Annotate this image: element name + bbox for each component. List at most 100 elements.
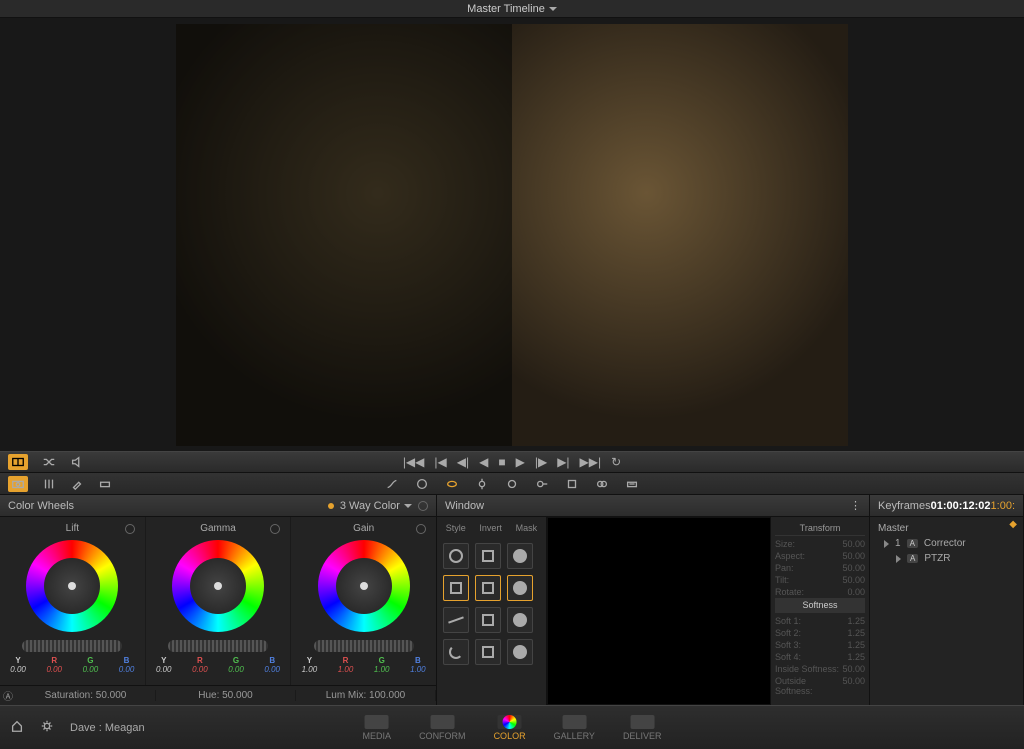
property-row[interactable]: Tilt:50.00 [775,574,865,586]
keyframes-timecode[interactable]: 01:00:12:02 [931,500,991,512]
camera-raw-button[interactable] [8,476,28,492]
sizing-icon[interactable] [565,477,579,491]
loop-button[interactable]: ↻ [611,455,621,469]
property-row[interactable]: Inside Softness:50.00 [775,663,865,675]
window-circle-mask[interactable] [507,543,533,569]
softness-heading: Softness [775,598,865,613]
window-palette-icon[interactable] [445,477,459,491]
wheel-handle[interactable] [214,582,222,590]
window-preview[interactable] [547,517,771,705]
step-back-button[interactable]: ◀| [457,455,469,469]
window-rect-button[interactable] [443,575,469,601]
property-row[interactable]: Soft 4:1.25 [775,651,865,663]
playhead-marker-icon[interactable]: ◆ [1009,519,1017,530]
window-options-icon[interactable]: ⋮ [850,499,861,512]
wheel-mode-dropdown[interactable]: 3 Way Color [340,500,412,512]
keyframe-track[interactable]: APTZR [878,551,1015,566]
window-line-invert[interactable] [475,607,501,633]
property-row[interactable]: Pan:50.00 [775,562,865,574]
key-icon[interactable] [535,477,549,491]
saturation-field[interactable]: Saturation: 50.000 [16,690,156,701]
g-value[interactable]: 1.00 [374,665,390,674]
page-tab-media[interactable]: MEDIA [363,715,392,741]
home-icon[interactable] [10,719,24,736]
blur-icon[interactable] [505,477,519,491]
auto-balance-button[interactable]: Ⓐ [0,688,16,703]
color-wheels-panel: Color Wheels 3 Way Color Lift Y0.00 R0.0… [0,495,437,705]
property-row[interactable]: Soft 3:1.25 [775,639,865,651]
color-picker-icon[interactable] [70,477,84,491]
curves-icon[interactable] [385,477,399,491]
color-wheel-gain[interactable] [318,540,410,632]
next-clip-button[interactable]: ▶| [557,455,569,469]
window-rect-mask[interactable] [507,575,533,601]
r-value[interactable]: 1.00 [338,665,354,674]
reset-all-button[interactable] [418,501,428,511]
property-row[interactable]: Aspect:50.00 [775,550,865,562]
qualifier-icon[interactable] [415,477,429,491]
window-line-mask[interactable] [507,607,533,633]
y-value[interactable]: 1.00 [302,665,318,674]
page-tab-deliver[interactable]: DELIVER [623,715,662,741]
y-value[interactable]: 0.00 [10,665,26,674]
window-curve-invert[interactable] [475,639,501,665]
wheel-handle[interactable] [360,582,368,590]
video-frame[interactable] [176,24,848,446]
g-value[interactable]: 0.00 [228,665,244,674]
prev-clip-button[interactable]: |◀ [434,455,446,469]
reset-wheel-button[interactable] [416,524,426,534]
play-button[interactable]: ▶ [516,455,525,469]
g-value[interactable]: 0.00 [83,665,99,674]
page-tab-color[interactable]: COLOR [494,715,526,741]
timeline-dropdown[interactable]: Master Timeline [467,3,557,15]
jog-wheel[interactable] [22,640,122,652]
b-value[interactable]: 0.00 [264,665,280,674]
property-row[interactable]: Soft 1:1.25 [775,615,865,627]
lummix-field[interactable]: Lum Mix: 100.000 [296,690,436,701]
last-frame-button[interactable]: ▶▶| [580,455,602,469]
stereo-icon[interactable] [595,477,609,491]
property-row[interactable]: Soft 2:1.25 [775,627,865,639]
reset-wheel-button[interactable] [125,524,135,534]
settings-gear-icon[interactable] [40,719,54,736]
tracker-icon[interactable] [475,477,489,491]
color-wheel-lift[interactable] [26,540,118,632]
window-curve-button[interactable] [443,639,469,665]
window-curve-mask[interactable] [507,639,533,665]
keyframe-track[interactable]: Master [878,521,1015,536]
window-line-button[interactable] [443,607,469,633]
r-value[interactable]: 0.00 [192,665,208,674]
hue-field[interactable]: Hue: 50.000 [156,690,296,701]
keyframe-track[interactable]: 1ACorrector [878,536,1015,551]
b-value[interactable]: 1.00 [410,665,426,674]
sliders-icon[interactable] [42,477,56,491]
expand-track-icon[interactable] [896,555,901,563]
property-row[interactable]: Outside Softness:50.00 [775,675,865,697]
expand-track-icon[interactable] [884,540,889,548]
reset-wheel-button[interactable] [270,524,280,534]
color-wheel-gamma[interactable] [172,540,264,632]
transport-toolbar: |◀◀ |◀ ◀| ◀ ■ ▶ |▶ ▶| ▶▶| ↻ [0,451,1024,473]
r-value[interactable]: 0.00 [46,665,62,674]
clip-icon[interactable] [98,477,112,491]
b-value[interactable]: 0.00 [119,665,135,674]
wheel-handle[interactable] [68,582,76,590]
window-circle-button[interactable] [443,543,469,569]
page-tab-gallery[interactable]: GALLERY [554,715,595,741]
step-fwd-button[interactable]: |▶ [535,455,547,469]
page-tab-conform[interactable]: CONFORM [419,715,466,741]
jog-wheel[interactable] [168,640,268,652]
data-burn-icon[interactable] [625,477,639,491]
window-rect-invert[interactable] [475,575,501,601]
window-circle-invert[interactable] [475,543,501,569]
first-frame-button[interactable]: |◀◀ [403,455,425,469]
stop-button[interactable]: ■ [498,455,505,469]
y-value[interactable]: 0.00 [156,665,172,674]
property-row[interactable]: Size:50.00 [775,538,865,550]
jog-wheel[interactable] [314,640,414,652]
speaker-icon[interactable] [70,455,84,469]
property-row[interactable]: Rotate:0.00 [775,586,865,598]
shuffle-icon[interactable] [42,455,56,469]
wipe-mode-button[interactable] [8,454,28,470]
reverse-play-button[interactable]: ◀ [479,455,488,469]
